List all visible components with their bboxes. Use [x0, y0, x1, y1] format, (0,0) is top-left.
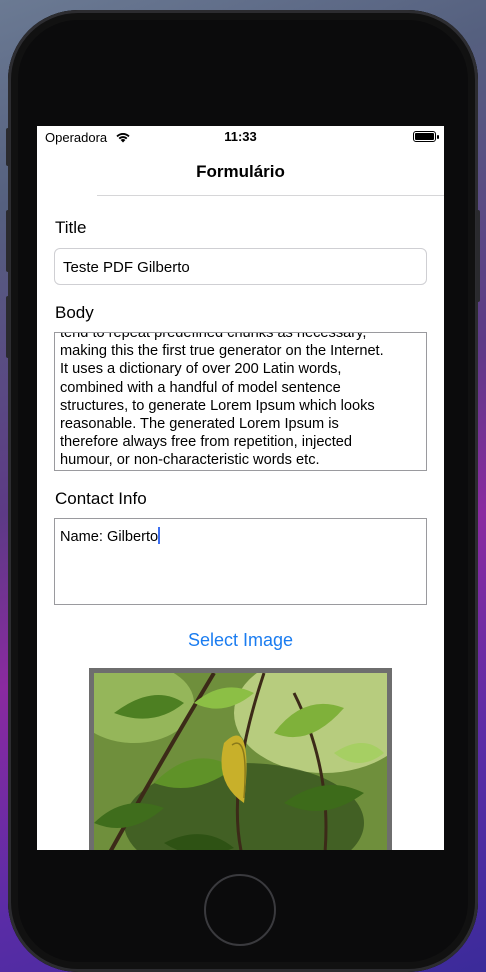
screen: Operadora 11:33 Formulário Title Teste P…: [37, 126, 444, 850]
clock: 11:33: [224, 129, 257, 144]
body-line: It uses a dictionary of over 200 Latin w…: [60, 361, 342, 378]
contact-info-value: Name: Gilberto: [60, 529, 159, 545]
contact-info-label: Contact Info: [55, 489, 147, 508]
status-bar: Operadora 11:33: [37, 126, 444, 148]
body-line: combined with a handful of model sentenc…: [60, 379, 341, 396]
volume-down-button: [6, 296, 10, 358]
text-cursor: [158, 527, 161, 544]
contact-info-text-view[interactable]: Name: Gilberto: [54, 518, 427, 605]
volume-up-button: [6, 210, 10, 272]
body-line: humour, or non-characteristic words etc.: [60, 452, 320, 469]
body-line: reasonable. The generated Lorem Ipsum is: [60, 416, 339, 433]
navigation-bar: Formulário: [37, 148, 444, 197]
plant-photo: [94, 673, 387, 850]
battery-icon: [413, 131, 439, 142]
contact-info-text: Name: Gilberto: [60, 527, 161, 546]
home-button[interactable]: [204, 874, 276, 946]
body-label: Body: [55, 303, 94, 322]
title-field-value: Teste PDF Gilberto: [63, 259, 190, 276]
body-line: structures, to generate Lorem Ipsum whic…: [60, 397, 375, 414]
nav-separator-gap: [37, 195, 97, 197]
power-button: [476, 210, 480, 302]
select-image-button[interactable]: Select Image: [37, 630, 444, 651]
body-text: tend to repeat predefined chunks as nece…: [60, 332, 422, 470]
body-line: therefore always free from repetition, i…: [60, 434, 353, 451]
body-line: tend to repeat predefined chunks as nece…: [60, 332, 367, 341]
mute-switch: [6, 128, 10, 166]
page-title: Formulário: [196, 162, 285, 181]
body-line: making this the first true generator on …: [60, 343, 384, 360]
body-text-view[interactable]: tend to repeat predefined chunks as nece…: [54, 332, 427, 471]
image-preview: [89, 668, 392, 850]
title-field[interactable]: Teste PDF Gilberto: [54, 248, 427, 285]
title-label: Title: [55, 218, 87, 237]
